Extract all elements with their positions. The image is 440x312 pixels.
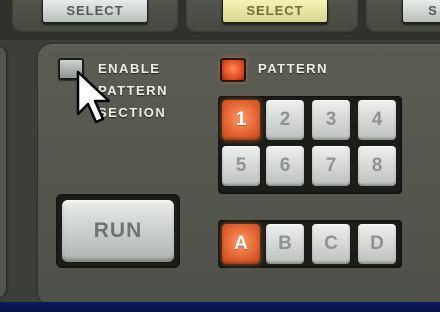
run-button[interactable]: RUN bbox=[62, 200, 174, 262]
bank-button-a[interactable]: A bbox=[222, 224, 260, 264]
pattern-button-5[interactable]: 5 bbox=[222, 146, 260, 186]
enable-label-line-1: ENABLE bbox=[98, 61, 161, 76]
pattern-button-2[interactable]: 2 bbox=[266, 100, 304, 140]
enable-label-line-2: PATTERN bbox=[98, 83, 168, 98]
left-side-panel bbox=[0, 46, 6, 298]
pattern-label: PATTERN bbox=[258, 61, 328, 76]
select-button-1[interactable]: SELECT bbox=[42, 0, 148, 23]
enable-pattern-section-label: ENABLE PATTERN SECTION bbox=[98, 58, 208, 124]
bank-button-c[interactable]: C bbox=[312, 224, 350, 264]
bank-button-b[interactable]: B bbox=[266, 224, 304, 264]
pattern-button-4[interactable]: 4 bbox=[358, 100, 396, 140]
pattern-button-3[interactable]: 3 bbox=[312, 100, 350, 140]
pattern-led-indicator bbox=[220, 58, 246, 82]
pattern-button-6[interactable]: 6 bbox=[266, 146, 304, 186]
bank-button-d[interactable]: D bbox=[358, 224, 396, 264]
device-panel: SELECT SELECT S ENABLE PATTERN SECTION P… bbox=[0, 0, 440, 312]
enable-label-line-3: SECTION bbox=[98, 105, 167, 120]
pattern-button-1[interactable]: 1 bbox=[222, 100, 260, 140]
arrow-cursor-icon bbox=[74, 70, 114, 126]
pattern-button-8[interactable]: 8 bbox=[358, 146, 396, 186]
bottom-blue-bar bbox=[0, 302, 440, 312]
select-button-3[interactable]: S bbox=[402, 0, 440, 23]
select-button-2[interactable]: SELECT bbox=[222, 0, 328, 23]
pattern-button-7[interactable]: 7 bbox=[312, 146, 350, 186]
